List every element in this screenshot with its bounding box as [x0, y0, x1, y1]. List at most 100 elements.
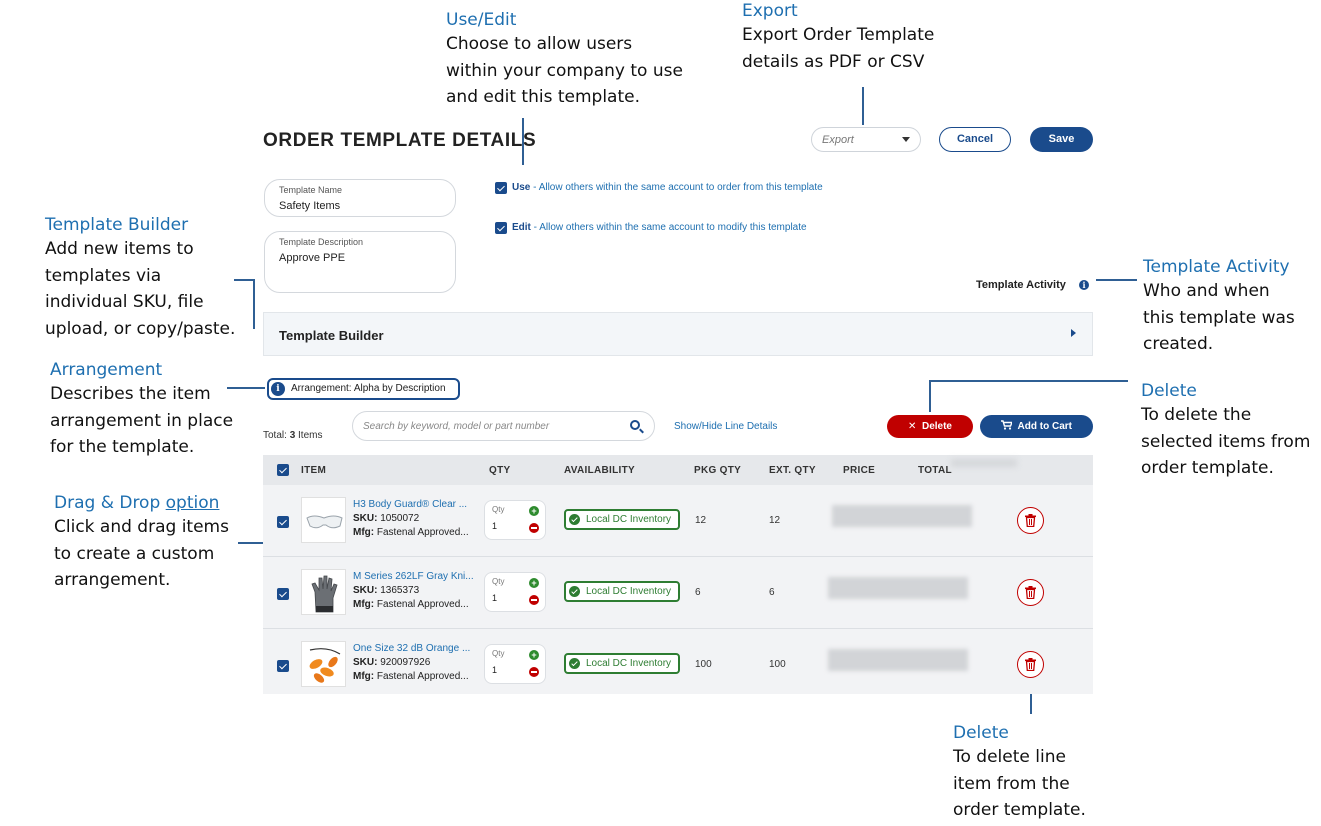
select-all-checkbox[interactable]: [277, 464, 289, 476]
column-header-qty[interactable]: QTY: [489, 465, 510, 476]
table-row[interactable]: H3 Body Guard® Clear ... SKU: 1050072 Mf…: [263, 485, 1093, 557]
callout-template-builder: Template Builder Add new items to templa…: [45, 214, 235, 342]
product-mfg: Mfg: Fastenal Approved...: [353, 599, 469, 610]
minus-icon[interactable]: [529, 667, 539, 677]
callout-title: Delete: [1141, 381, 1197, 401]
callout-title: Template Builder: [45, 215, 189, 235]
total-suffix: Items: [295, 430, 323, 441]
plus-icon[interactable]: +: [529, 506, 539, 516]
column-header-total[interactable]: TOTAL: [918, 465, 952, 476]
callout-delete-line: Delete To delete line item from the orde…: [953, 722, 1086, 824]
product-image-safety-glasses: [301, 497, 346, 543]
delete-selected-button[interactable]: ✕ Delete: [887, 415, 973, 438]
use-description: - Allow others within the same account t…: [530, 182, 823, 193]
info-icon[interactable]: i: [1079, 280, 1089, 290]
chevron-down-icon: [902, 137, 910, 142]
field-label: Template Name: [279, 185, 343, 195]
availability-text: Local DC Inventory: [586, 514, 672, 525]
minus-icon[interactable]: [529, 523, 539, 533]
edit-description: - Allow others within the same account t…: [530, 222, 807, 233]
template-builder-accordion[interactable]: Template Builder: [263, 312, 1093, 356]
arrangement-badge[interactable]: i Arrangement: Alpha by Description: [267, 378, 460, 400]
trash-icon: [1025, 514, 1036, 527]
delete-line-button[interactable]: [1017, 651, 1044, 678]
edit-checkbox[interactable]: [495, 222, 507, 234]
callout-line: Add new items to: [45, 239, 194, 259]
callout-line: order template.: [953, 800, 1086, 820]
ext-qty: 12: [769, 515, 781, 526]
callout-line: Choose to allow users: [446, 34, 633, 54]
column-header-price[interactable]: PRICE: [843, 465, 875, 476]
callout-line: arrangement.: [54, 570, 171, 590]
quantity-stepper[interactable]: Qty 1 +: [484, 644, 546, 684]
save-button[interactable]: Save: [1030, 127, 1093, 152]
row-checkbox[interactable]: [277, 660, 289, 672]
callout-line: Who and when: [1143, 281, 1270, 301]
export-dropdown[interactable]: Export: [811, 127, 921, 152]
product-mfg: Mfg: Fastenal Approved...: [353, 527, 469, 538]
template-description-field[interactable]: Template Description Approve PPE: [264, 231, 456, 293]
template-name-field[interactable]: Template Name Safety Items: [264, 179, 456, 217]
callout-line: To delete the: [1141, 405, 1252, 425]
product-name-link[interactable]: One Size 32 dB Orange ...: [353, 643, 470, 654]
availability-badge: Local DC Inventory: [564, 509, 680, 530]
mfg-value: Fastenal Approved...: [374, 599, 469, 610]
qty-value[interactable]: 1: [492, 521, 497, 531]
edit-permission-text: Edit - Allow others within the same acco…: [512, 222, 807, 233]
trash-icon: [1025, 586, 1036, 599]
qty-value[interactable]: 1: [492, 593, 497, 603]
redacted-price-total: [828, 577, 968, 599]
sku-value: 920097926: [377, 657, 431, 668]
minus-icon[interactable]: [529, 595, 539, 605]
plus-icon[interactable]: +: [529, 650, 539, 660]
availability-text: Local DC Inventory: [586, 586, 672, 597]
cancel-button[interactable]: Cancel: [939, 127, 1011, 152]
row-checkbox[interactable]: [277, 516, 289, 528]
delete-line-button[interactable]: [1017, 579, 1044, 606]
pkg-qty: 100: [695, 659, 712, 670]
add-to-cart-button[interactable]: Add to Cart: [980, 415, 1093, 438]
product-name-link[interactable]: H3 Body Guard® Clear ...: [353, 499, 467, 510]
qty-value[interactable]: 1: [492, 665, 497, 675]
sku-label: SKU:: [353, 657, 378, 668]
callout-title: Delete: [953, 723, 1009, 743]
show-hide-line-details-link[interactable]: Show/Hide Line Details: [674, 421, 777, 432]
checkmark-icon: [569, 514, 580, 525]
product-name-link[interactable]: M Series 262LF Gray Kni...: [353, 571, 474, 582]
column-header-item[interactable]: ITEM: [301, 465, 326, 476]
delete-line-button[interactable]: [1017, 507, 1044, 534]
mfg-label: Mfg:: [353, 599, 375, 610]
sku-value: 1050072: [377, 513, 420, 524]
table-header: ITEM QTY AVAILABILITY PKG QTY EXT. QTY P…: [263, 455, 1093, 485]
column-header-pkg-qty[interactable]: PKG QTY: [694, 465, 741, 476]
row-checkbox[interactable]: [277, 588, 289, 600]
order-template-panel: ORDER TEMPLATE DETAILS Export Cancel Sav…: [263, 118, 1093, 694]
search-placeholder: Search by keyword, model or part number: [363, 421, 550, 432]
callout-line: for the template.: [50, 437, 195, 457]
column-header-availability[interactable]: AVAILABILITY: [564, 465, 635, 476]
use-checkbox[interactable]: [495, 182, 507, 194]
plus-icon[interactable]: +: [529, 578, 539, 588]
callout-connector: [253, 279, 255, 329]
callout-title: Arrangement: [50, 360, 163, 380]
quantity-stepper[interactable]: Qty 1 +: [484, 572, 546, 612]
table-row[interactable]: One Size 32 dB Orange ... SKU: 920097926…: [263, 629, 1093, 694]
qty-label: Qty: [492, 649, 505, 658]
table-row[interactable]: M Series 262LF Gray Kni... SKU: 1365373 …: [263, 557, 1093, 629]
delete-label: Delete: [921, 421, 952, 432]
search-input[interactable]: Search by keyword, model or part number: [352, 411, 655, 441]
arrangement-label: Arrangement: Alpha by Description: [291, 383, 446, 394]
callout-line: arrangement in place: [50, 410, 234, 431]
export-placeholder: Export: [822, 134, 854, 146]
search-icon[interactable]: [630, 420, 640, 430]
column-header-ext-qty[interactable]: EXT. QTY: [769, 465, 816, 476]
close-icon: ✕: [908, 421, 917, 432]
use-label: Use: [512, 182, 531, 193]
mfg-label: Mfg:: [353, 527, 375, 538]
template-activity-link[interactable]: Template Activity: [976, 279, 1066, 291]
callout-line: individual SKU, file: [45, 292, 204, 312]
quantity-stepper[interactable]: Qty 1 +: [484, 500, 546, 540]
sku-label: SKU:: [353, 513, 378, 524]
edit-label: Edit: [512, 222, 531, 233]
template-description-value: Approve PPE: [279, 252, 346, 264]
